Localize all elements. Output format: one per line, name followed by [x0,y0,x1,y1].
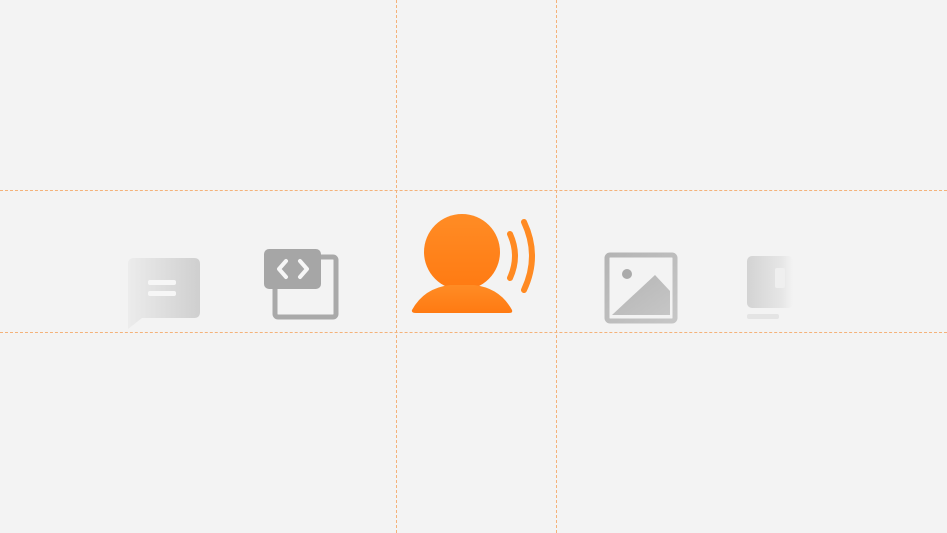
code-window-icon[interactable] [262,247,342,323]
guide-line-vertical-right [556,0,557,533]
guide-line-horizontal-bottom [0,332,947,333]
document-icon[interactable] [745,254,795,324]
chat-icon[interactable] [120,255,202,331]
icon-carousel-stage [0,0,947,533]
guide-line-vertical-left [396,0,397,533]
image-icon[interactable] [603,251,679,325]
guide-line-horizontal-top [0,190,947,191]
voice-speaker-icon[interactable] [410,214,542,316]
